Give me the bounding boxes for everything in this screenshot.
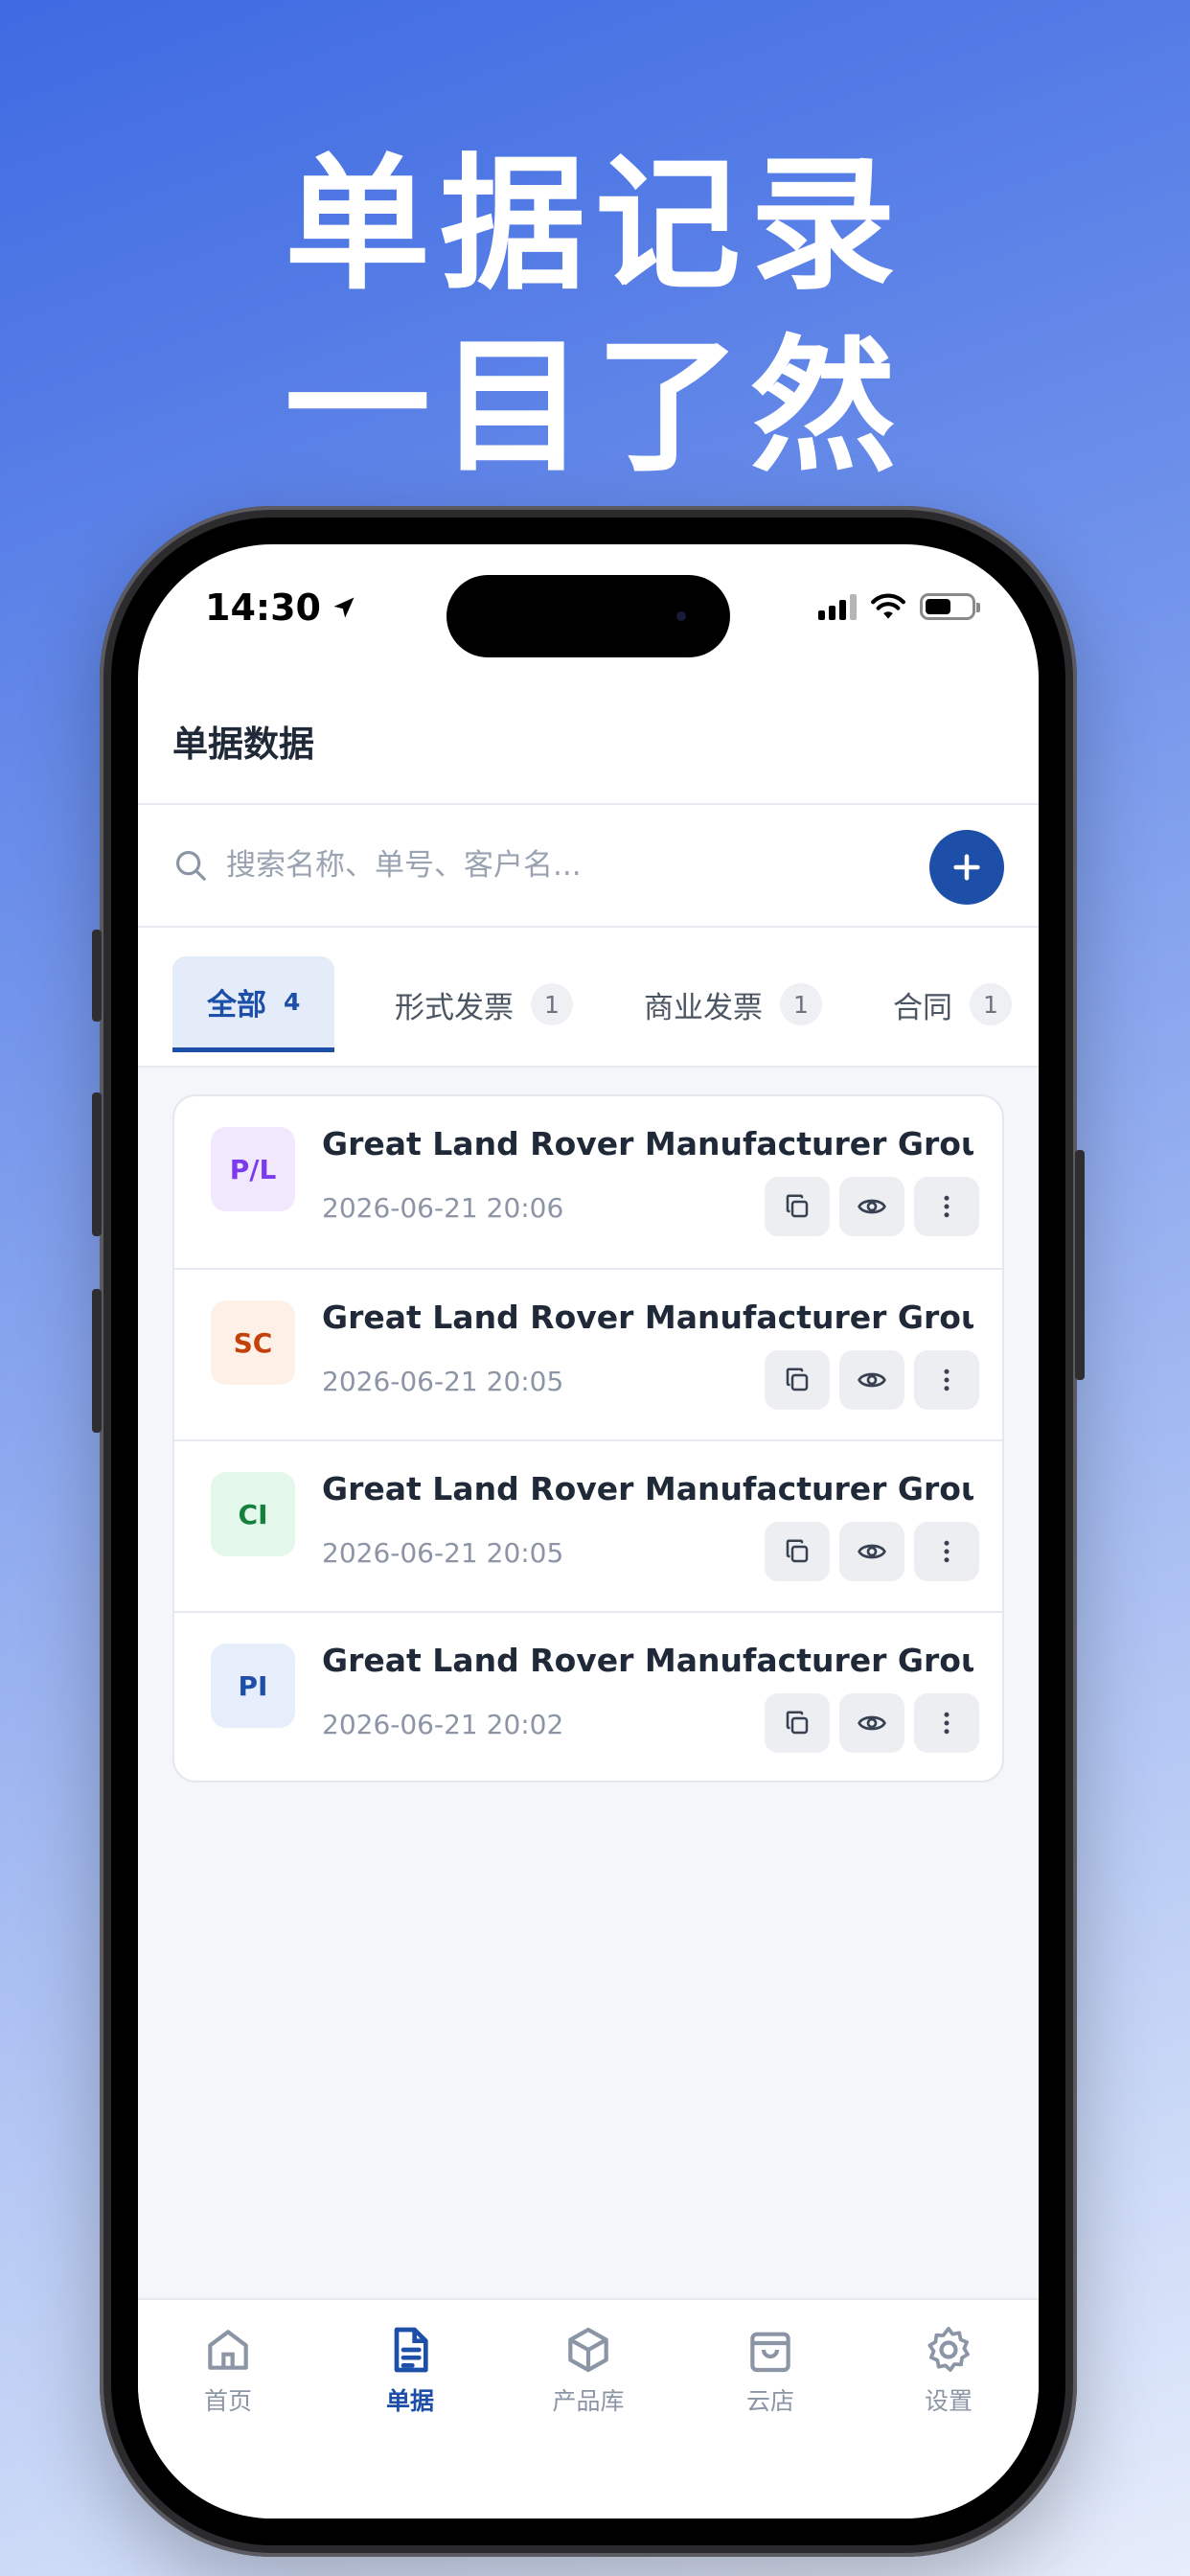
copy-icon bbox=[786, 1711, 809, 1735]
box-icon bbox=[568, 2327, 608, 2373]
row-actions bbox=[765, 1177, 979, 1236]
doc-type-badge: CI bbox=[211, 1472, 295, 1556]
doc-date: 2026-06-21 20:06 bbox=[322, 1192, 564, 1224]
copy-button[interactable] bbox=[765, 1350, 830, 1410]
tab-contract[interactable]: 合同 1 bbox=[893, 956, 1012, 1052]
app-screen: 14:30 单据数据 搜索名称、单号、客户名... 全部 4 形式发票 1 商业… bbox=[138, 544, 1039, 2518]
eye-icon bbox=[858, 1715, 886, 1731]
copy-icon bbox=[786, 1539, 809, 1563]
tab-proforma-invoice[interactable]: 形式发票 1 bbox=[395, 956, 573, 1052]
document-row[interactable]: SC Great Land Rover Manufacturer Group .… bbox=[174, 1268, 1002, 1439]
nav-label: 产品库 bbox=[552, 2387, 625, 2415]
more-vertical-icon bbox=[944, 1540, 950, 1563]
promo-headline: 单据记录 一目了然 bbox=[0, 134, 1190, 498]
copy-icon bbox=[786, 1368, 809, 1392]
home-icon bbox=[208, 2330, 248, 2370]
page-title: 单据数据 bbox=[172, 724, 314, 765]
search-icon bbox=[175, 850, 206, 881]
more-button[interactable] bbox=[914, 1350, 979, 1410]
more-vertical-icon bbox=[944, 1195, 950, 1218]
power-button bbox=[1075, 1150, 1085, 1380]
bottom-nav: 首页 单据 产品库 云店 设置 bbox=[138, 2298, 1039, 2518]
volume-up-button bbox=[92, 1092, 102, 1236]
tab-label: 全部 bbox=[207, 988, 266, 1023]
doc-type-badge: P/L bbox=[211, 1127, 295, 1211]
row-actions bbox=[765, 1693, 979, 1753]
eye-icon bbox=[858, 1199, 886, 1214]
copy-icon bbox=[786, 1194, 809, 1218]
nav-cloud-store[interactable]: 云店 bbox=[703, 2323, 837, 2417]
headline-line-1: 单据记录 bbox=[285, 140, 905, 310]
tab-all[interactable]: 全部 4 bbox=[172, 956, 335, 1052]
more-button[interactable] bbox=[914, 1177, 979, 1236]
row-actions bbox=[765, 1350, 979, 1410]
more-vertical-icon bbox=[944, 1368, 950, 1392]
nav-label: 首页 bbox=[203, 2387, 252, 2415]
doc-date: 2026-06-21 20:02 bbox=[322, 1709, 564, 1740]
tab-label: 合同 bbox=[893, 990, 952, 1025]
doc-title: Great Land Rover Manufacturer Group ... bbox=[322, 1642, 973, 1679]
eye-icon bbox=[858, 1372, 886, 1388]
nav-documents[interactable]: 单据 bbox=[343, 2323, 477, 2417]
nav-settings[interactable]: 设置 bbox=[881, 2323, 1016, 2417]
document-row[interactable]: P/L Great Land Rover Manufacturer Group … bbox=[174, 1096, 1002, 1268]
search-bar bbox=[138, 805, 1039, 926]
cellular-signal-icon bbox=[818, 593, 857, 620]
document-icon bbox=[394, 2327, 428, 2373]
tab-label: 商业发票 bbox=[644, 990, 763, 1025]
status-time-text: 14:30 bbox=[205, 586, 321, 629]
preview-button[interactable] bbox=[839, 1693, 904, 1753]
wifi-icon bbox=[871, 593, 905, 619]
battery-icon bbox=[920, 593, 980, 620]
preview-button[interactable] bbox=[839, 1177, 904, 1236]
plus-icon bbox=[953, 854, 980, 881]
nav-products[interactable]: 产品库 bbox=[521, 2323, 655, 2417]
volume-down-button bbox=[92, 1289, 102, 1433]
tab-count: 4 bbox=[284, 988, 301, 1016]
copy-button[interactable] bbox=[765, 1177, 830, 1236]
nav-label: 设置 bbox=[924, 2387, 973, 2415]
doc-date: 2026-06-21 20:05 bbox=[322, 1537, 564, 1569]
status-icons bbox=[818, 592, 980, 621]
nav-label: 云店 bbox=[745, 2387, 794, 2415]
status-bar: 14:30 bbox=[138, 544, 1039, 669]
status-time: 14:30 bbox=[205, 586, 357, 629]
action-button bbox=[92, 930, 102, 1022]
row-actions bbox=[765, 1522, 979, 1581]
preview-button[interactable] bbox=[839, 1522, 904, 1581]
doc-type-badge: PI bbox=[211, 1644, 295, 1728]
more-vertical-icon bbox=[944, 1712, 950, 1735]
bag-icon bbox=[750, 2332, 790, 2373]
search-input[interactable] bbox=[226, 840, 763, 891]
copy-button[interactable] bbox=[765, 1693, 830, 1753]
nav-label: 单据 bbox=[385, 2387, 434, 2415]
tab-commercial-invoice[interactable]: 商业发票 1 bbox=[644, 956, 822, 1052]
document-list-area: P/L Great Land Rover Manufacturer Group … bbox=[138, 1068, 1039, 2298]
doc-title: Great Land Rover Manufacturer Group ... bbox=[322, 1125, 973, 1162]
document-row[interactable]: PI Great Land Rover Manufacturer Group .… bbox=[174, 1611, 1002, 1781]
document-row[interactable]: CI Great Land Rover Manufacturer Group .… bbox=[174, 1439, 1002, 1611]
filter-tabs: 全部 4 形式发票 1 商业发票 1 合同 1 bbox=[138, 928, 1039, 1068]
doc-title: Great Land Rover Manufacturer Group ... bbox=[322, 1299, 973, 1336]
add-document-button[interactable] bbox=[929, 830, 1004, 905]
nav-home[interactable]: 首页 bbox=[161, 2323, 295, 2417]
more-button[interactable] bbox=[914, 1522, 979, 1581]
more-button[interactable] bbox=[914, 1693, 979, 1753]
location-arrow-icon bbox=[333, 597, 355, 618]
preview-button[interactable] bbox=[839, 1350, 904, 1410]
headline-line-2: 一目了然 bbox=[285, 322, 905, 492]
tab-count: 1 bbox=[970, 983, 1012, 1025]
document-list: P/L Great Land Rover Manufacturer Group … bbox=[172, 1094, 1004, 1782]
copy-button[interactable] bbox=[765, 1522, 830, 1581]
eye-icon bbox=[858, 1544, 886, 1559]
doc-type-badge: SC bbox=[211, 1300, 295, 1385]
doc-title: Great Land Rover Manufacturer Group ... bbox=[322, 1470, 973, 1507]
gear-icon bbox=[927, 2326, 970, 2372]
dynamic-island bbox=[446, 575, 730, 657]
tab-count: 1 bbox=[780, 983, 822, 1025]
doc-date: 2026-06-21 20:05 bbox=[322, 1366, 564, 1397]
tab-label: 形式发票 bbox=[395, 990, 514, 1025]
tab-count: 1 bbox=[531, 983, 573, 1025]
